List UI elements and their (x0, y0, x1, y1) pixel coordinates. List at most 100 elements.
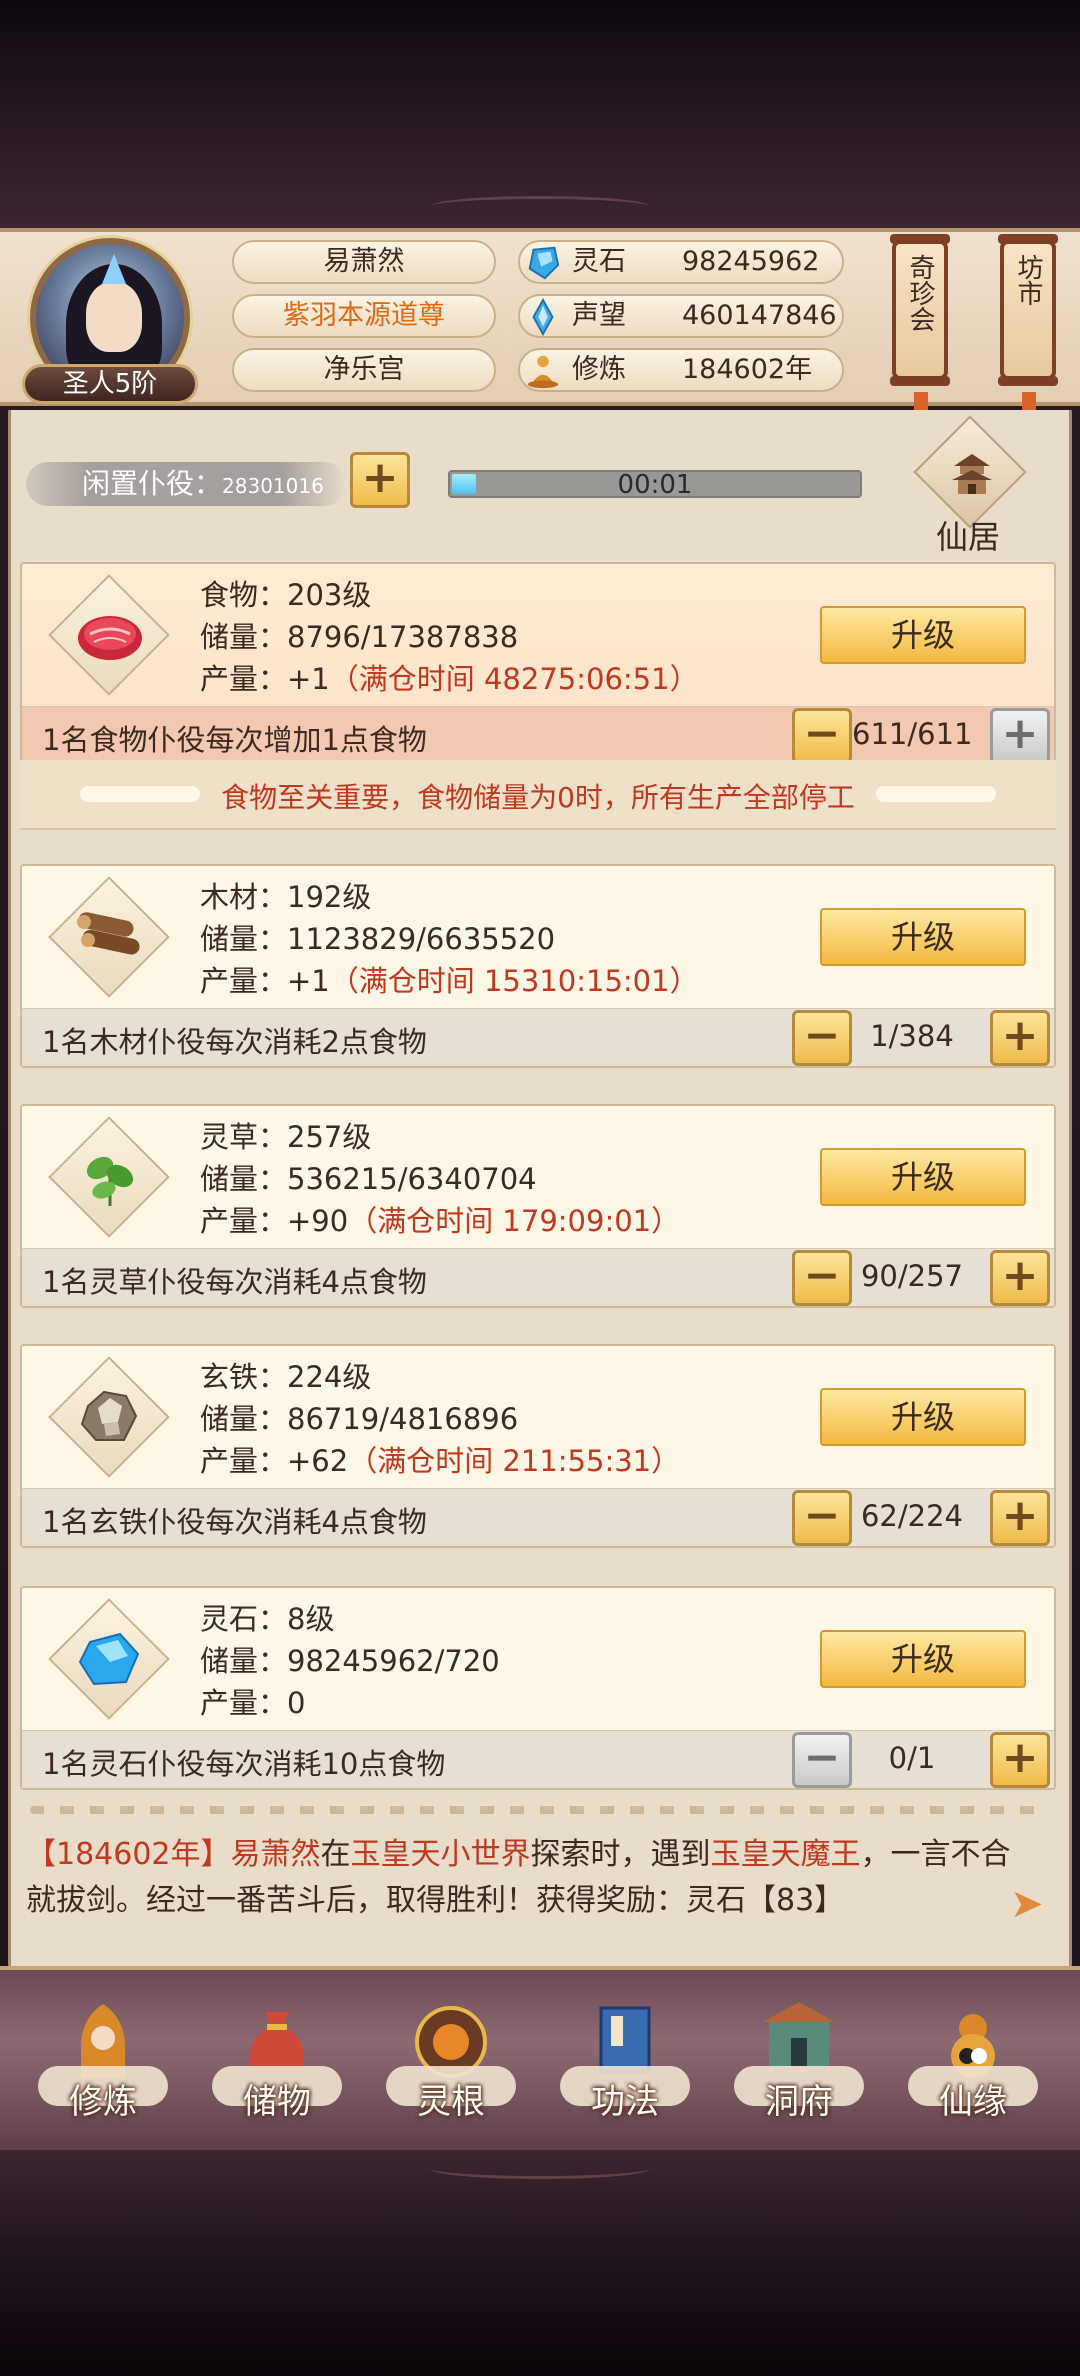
nav-cave-mansion-label: 洞府 (765, 2082, 833, 2122)
stat-prestige: 声望 460147846 (518, 294, 844, 338)
add-servant-button[interactable]: + (350, 452, 410, 508)
spirit-stone-icon (528, 246, 560, 280)
log-player-name: 易萧然 (230, 1837, 321, 1872)
nav-cultivate-label: 修炼 (69, 2082, 137, 2122)
iron-servant-note: 1名玄铁仆役每次消耗4点食物 (42, 1505, 427, 1539)
nav-cultivate[interactable]: 修炼 (28, 1990, 178, 2140)
nav-technique[interactable]: 功法 (550, 1990, 700, 2140)
stat-spirit-stone: 灵石 98245962 (518, 240, 844, 284)
spirit-stone-output: 产量：0 (200, 1686, 306, 1720)
nav-cave-mansion[interactable]: 洞府 (724, 1990, 874, 2140)
food-output: 产量：+1 (200, 662, 330, 696)
iron-ore-icon (80, 1390, 138, 1441)
nav-immortal-fate-label: 仙缘 (939, 2082, 1007, 2122)
player-title: 紫羽本源道尊 (232, 294, 496, 338)
resource-card-herb: 灵草：257级 储量：536215/6340704 产量：+90（满仓时间 17… (20, 1104, 1056, 1308)
herb-level: 灵草：257级 (200, 1120, 372, 1154)
food-minus-button[interactable]: − (792, 708, 852, 764)
wood-servant-note: 1名木材仆役每次消耗2点食物 (42, 1025, 427, 1059)
wood-storage: 储量：1123829/6635520 (200, 922, 556, 956)
herb-storage: 储量：536215/6340704 (200, 1162, 537, 1196)
player-palace: 净乐宫 (232, 348, 496, 392)
herb-icon-frame (48, 1116, 170, 1238)
nav-immortal-fate[interactable]: 仙缘 (898, 1990, 1048, 2140)
iron-minus-button[interactable]: − (792, 1490, 852, 1546)
resource-card-spirit-stone: 灵石：8级 储量：98245962/720 产量：0 升级 1名灵石仆役每次消耗… (20, 1586, 1056, 1790)
wood-plus-button[interactable]: + (990, 1010, 1050, 1066)
resource-card-iron: 玄铁：224级 储量：86719/4816896 产量：+62（满仓时间 211… (20, 1344, 1056, 1548)
food-servant-count: 611/611 (852, 717, 973, 751)
log-place: 玉皇天小世界 (350, 1837, 531, 1872)
iron-output: 产量：+62 (200, 1444, 349, 1478)
herb-output: 产量：+90 (200, 1204, 349, 1238)
idle-servants-label: 闲置仆役：28301016 (26, 462, 346, 506)
food-warning-text: 食物至关重要，食物储量为0时，所有生产全部停工 (221, 781, 855, 814)
food-plus-button[interactable]: + (990, 708, 1050, 764)
wood-level: 木材：192级 (200, 880, 372, 914)
wood-icon-frame (48, 876, 170, 998)
herb-minus-button[interactable]: − (792, 1250, 852, 1306)
rare-treasure-fair-button[interactable]: 奇珍会 (890, 234, 950, 386)
player-header: 圣人5阶 易萧然 紫羽本源道尊 净乐宫 灵石 98245962 声望 46014… (0, 228, 1080, 428)
nav-storage[interactable]: 储物 (202, 1990, 352, 2140)
spirit-stone-servant-count: 0/1 (888, 1741, 936, 1775)
iron-full-time: （满仓时间 211:55:31） (348, 1444, 681, 1478)
servant-timer-bar: 00:01 (448, 470, 862, 500)
idle-servants-count: 28301016 (222, 474, 324, 498)
spirit-stone-icon-frame (48, 1598, 170, 1720)
spirit-stone-plus-button[interactable]: + (990, 1732, 1050, 1788)
nav-storage-label: 储物 (243, 2082, 311, 2122)
player-name: 易萧然 (232, 240, 496, 284)
spirit-stone-servant-note: 1名灵石仆役每次消耗10点食物 (42, 1747, 446, 1781)
cultivation-icon (527, 355, 559, 389)
iron-servant-count: 62/224 (860, 1499, 964, 1533)
resource-card-food: 食物：203级 储量：8796/17387838 产量：+1（满仓时间 4827… (20, 562, 1056, 766)
wood-minus-button[interactable]: − (792, 1010, 852, 1066)
iron-upgrade-button[interactable]: 升级 (820, 1388, 1026, 1446)
herb-full-time: （满仓时间 179:09:01） (348, 1204, 681, 1238)
log-year: 【184602年】 (26, 1837, 231, 1872)
log-next-arrow-icon[interactable]: ➤ (1010, 1884, 1046, 1924)
food-storage: 储量：8796/17387838 (200, 620, 519, 654)
food-upgrade-button[interactable]: 升级 (820, 606, 1026, 664)
log-text: 在 (320, 1837, 351, 1872)
top-backdrop (0, 0, 1080, 228)
rank-badge: 圣人5阶 (22, 364, 198, 404)
spirit-stone-level: 灵石：8级 (200, 1602, 335, 1636)
herb-servant-count: 90/257 (860, 1259, 964, 1293)
food-servant-note: 1名食物仆役每次增加1点食物 (42, 723, 427, 757)
food-level: 食物：203级 (200, 578, 372, 612)
herb-leaf-icon (86, 1156, 134, 1206)
iron-level: 玄铁：224级 (200, 1360, 372, 1394)
spirit-stone-minus-button[interactable]: − (792, 1732, 852, 1788)
iron-plus-button[interactable]: + (990, 1490, 1050, 1546)
logs-icon (77, 912, 140, 955)
resource-card-wood: 木材：192级 储量：1123829/6635520 产量：+1（满仓时间 15… (20, 864, 1056, 1068)
bottom-backdrop (0, 2150, 1080, 2376)
nav-technique-label: 功法 (591, 2082, 659, 2122)
residence-label: 仙居 (936, 518, 1001, 556)
nav-spirit-root[interactable]: 灵根 (376, 1990, 526, 2140)
wood-servant-count: 1/384 (870, 1019, 954, 1053)
iron-icon-frame (48, 1356, 170, 1478)
bottom-nav: 修炼 储物 灵根 功法 洞府 仙缘 (0, 1966, 1080, 2150)
wood-output: 产量：+1 (200, 964, 330, 998)
rare-treasure-fair-label: 奇珍会 (905, 254, 935, 332)
market-label: 坊市 (1013, 254, 1043, 306)
spirit-stone-upgrade-button[interactable]: 升级 (820, 1630, 1026, 1688)
servant-timer-text: 00:01 (617, 470, 693, 500)
iron-storage: 储量：86719/4816896 (200, 1402, 519, 1436)
herb-plus-button[interactable]: + (990, 1250, 1050, 1306)
log-enemy: 玉皇天魔王 (710, 1837, 861, 1872)
meat-icon (78, 616, 142, 660)
wood-upgrade-button[interactable]: 升级 (820, 908, 1026, 966)
wood-full-time: （满仓时间 15310:15:01） (329, 964, 699, 998)
log-text: 探索时，遇到 (530, 1837, 711, 1872)
spirit-stone-storage: 储量：98245962/720 (200, 1644, 500, 1678)
food-icon-frame (48, 574, 170, 696)
market-button[interactable]: 坊市 (998, 234, 1058, 386)
food-warning-bar: 食物至关重要，食物储量为0时，所有生产全部停工 (20, 760, 1056, 830)
herb-upgrade-button[interactable]: 升级 (820, 1148, 1026, 1206)
crystal-icon (78, 1632, 140, 1686)
nav-spirit-root-label: 灵根 (417, 2082, 485, 2122)
